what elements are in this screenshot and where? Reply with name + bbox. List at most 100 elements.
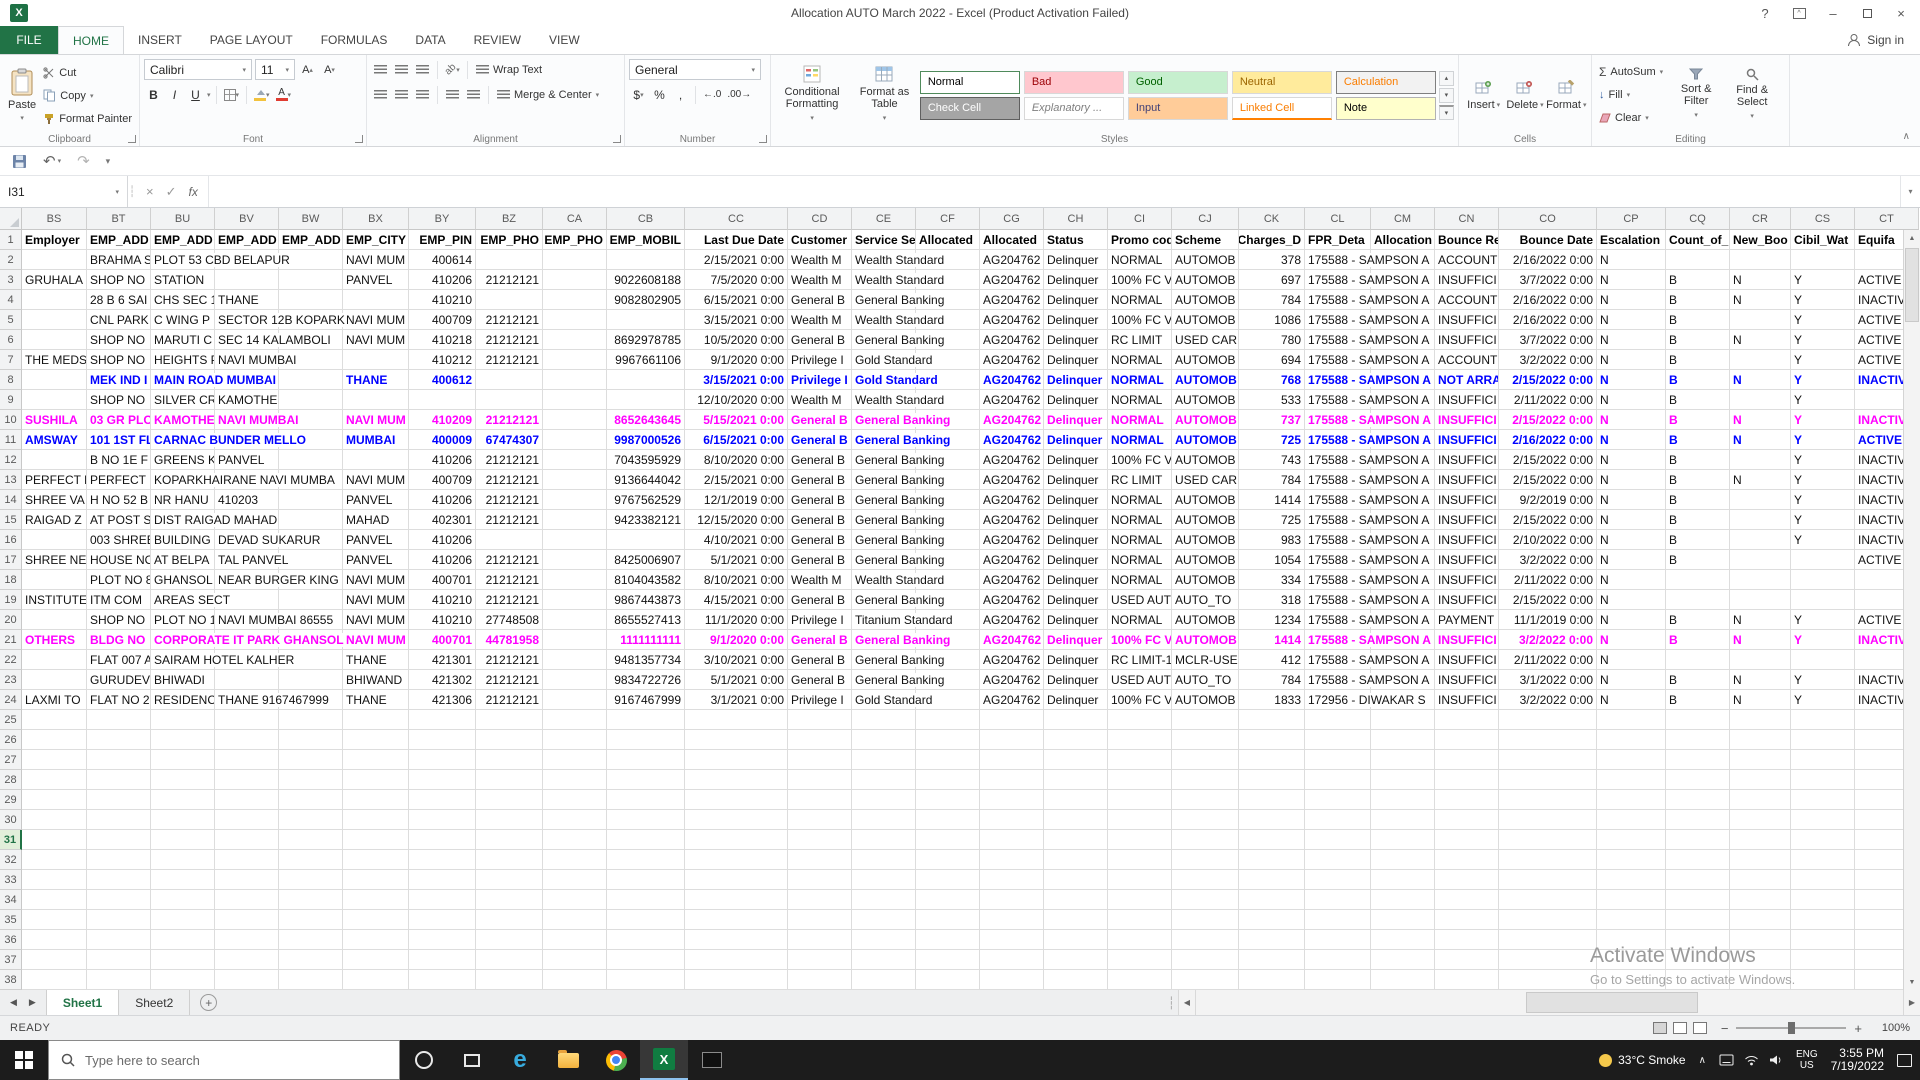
cell[interactable] (1730, 830, 1791, 850)
cell[interactable] (1044, 970, 1108, 990)
cell[interactable]: Delinquer (1044, 630, 1108, 650)
cell[interactable]: Customer (788, 230, 852, 250)
taskbar-clock[interactable]: 3:55 PM 7/19/2022 (1831, 1047, 1884, 1073)
cell[interactable] (279, 710, 343, 730)
cell[interactable]: AT POST S (87, 510, 151, 530)
cell[interactable]: 2/15/2021 0:00 (685, 470, 788, 490)
cell[interactable] (1108, 770, 1172, 790)
select-all-corner[interactable] (0, 208, 22, 230)
row-header-7[interactable]: 7 (0, 350, 22, 370)
cell[interactable]: BUILDING (151, 530, 215, 550)
column-header-BX[interactable]: BX (343, 208, 409, 230)
cell[interactable] (215, 730, 279, 750)
cell[interactable]: AUTOMOB (1172, 490, 1239, 510)
cell[interactable]: INSUFFICI (1435, 330, 1499, 350)
cell[interactable]: 21212121 (476, 350, 543, 370)
row-header-3[interactable]: 3 (0, 270, 22, 290)
cell[interactable]: 175588 - SAMPSON A (1305, 550, 1371, 570)
number-dialog-launcher[interactable] (759, 135, 767, 143)
cell[interactable]: N (1597, 610, 1666, 630)
cell[interactable]: FLAT NO 2 (87, 690, 151, 710)
cell-style-linked[interactable]: Linked Cell (1232, 97, 1332, 120)
cell[interactable]: 2/10/2022 0:00 (1499, 530, 1597, 550)
cell[interactable]: New_Boo (1730, 230, 1791, 250)
cell[interactable] (543, 890, 607, 910)
cell[interactable] (607, 530, 685, 550)
cell[interactable] (1305, 870, 1371, 890)
cell[interactable]: Y (1791, 610, 1855, 630)
cell[interactable]: General B (788, 510, 852, 530)
chrome-taskbar-button[interactable] (592, 1040, 640, 1080)
cell[interactable] (1435, 730, 1499, 750)
cell[interactable]: AG204762 (980, 670, 1044, 690)
cell[interactable] (1791, 890, 1855, 910)
cell[interactable]: B (1666, 610, 1730, 630)
cell[interactable]: AG204762 (980, 530, 1044, 550)
cell[interactable] (476, 750, 543, 770)
cell[interactable]: 5/1/2021 0:00 (685, 670, 788, 690)
cell[interactable] (215, 670, 279, 690)
cell[interactable] (215, 810, 279, 830)
cell[interactable]: Delinquer (1044, 510, 1108, 530)
cell[interactable]: AUTOMOB (1172, 450, 1239, 470)
cell[interactable]: RESIDENC (151, 690, 215, 710)
cell[interactable]: Gold Standard (852, 350, 916, 370)
row-header-38[interactable]: 38 (0, 970, 22, 990)
redo-button[interactable]: ↷ (77, 152, 90, 170)
horizontal-scrollbar[interactable]: ◀ ▶ (1178, 990, 1920, 1015)
cell[interactable]: 21212121 (476, 490, 543, 510)
cell[interactable] (343, 830, 409, 850)
cell[interactable] (543, 710, 607, 730)
cell[interactable] (87, 950, 151, 970)
cell[interactable] (607, 390, 685, 410)
cell[interactable]: 533 (1239, 390, 1305, 410)
cell[interactable]: Delinquer (1044, 670, 1108, 690)
cell[interactable]: NORMAL (1108, 510, 1172, 530)
cell[interactable] (788, 930, 852, 950)
cell[interactable] (1666, 250, 1730, 270)
weather-widget[interactable]: 33°C Smoke (1599, 1053, 1686, 1067)
font-color-button[interactable]: A ▾ (274, 84, 294, 105)
cell[interactable]: AG204762 (980, 390, 1044, 410)
cell[interactable] (1791, 810, 1855, 830)
cell[interactable] (980, 730, 1044, 750)
cell[interactable] (1044, 890, 1108, 910)
cell[interactable] (1499, 730, 1597, 750)
cell[interactable]: 2/15/2022 0:00 (1499, 510, 1597, 530)
cell[interactable]: 410212 (409, 350, 476, 370)
cell[interactable]: THANE (215, 290, 279, 310)
column-header-CE[interactable]: CE (852, 208, 916, 230)
cell[interactable] (543, 950, 607, 970)
edge-taskbar-button[interactable]: e (496, 1040, 544, 1080)
cell[interactable] (543, 730, 607, 750)
cell[interactable]: N (1597, 550, 1666, 570)
cell[interactable] (852, 950, 916, 970)
cell[interactable] (343, 910, 409, 930)
cell[interactable]: Delinquer (1044, 290, 1108, 310)
cell[interactable] (543, 410, 607, 430)
cell[interactable]: Delinquer (1044, 370, 1108, 390)
cell[interactable] (1597, 790, 1666, 810)
page-break-view-button[interactable] (1693, 1022, 1707, 1034)
cell[interactable]: KAMOTHE (151, 410, 215, 430)
cell[interactable]: PERFECT F (87, 470, 151, 490)
cell[interactable] (22, 970, 87, 990)
cell[interactable] (1044, 750, 1108, 770)
cell[interactable] (1791, 770, 1855, 790)
cell[interactable]: Wealth M (788, 570, 852, 590)
cell[interactable] (151, 750, 215, 770)
cell[interactable]: GHANSOL (151, 570, 215, 590)
cell[interactable]: 175588 - SAMPSON A (1305, 350, 1371, 370)
cell[interactable] (1730, 490, 1791, 510)
vertical-scrollbar[interactable]: ▲ ▼ (1903, 230, 1920, 990)
cell[interactable]: 410206 (409, 450, 476, 470)
gallery-down-button[interactable]: ▾ (1439, 88, 1454, 103)
cell[interactable] (1044, 850, 1108, 870)
cell[interactable]: N (1730, 470, 1791, 490)
cell[interactable]: GURUDEV (87, 670, 151, 690)
cell[interactable] (607, 790, 685, 810)
cell[interactable] (1730, 850, 1791, 870)
cell[interactable] (1305, 910, 1371, 930)
cell[interactable]: N (1597, 270, 1666, 290)
cell[interactable] (409, 790, 476, 810)
